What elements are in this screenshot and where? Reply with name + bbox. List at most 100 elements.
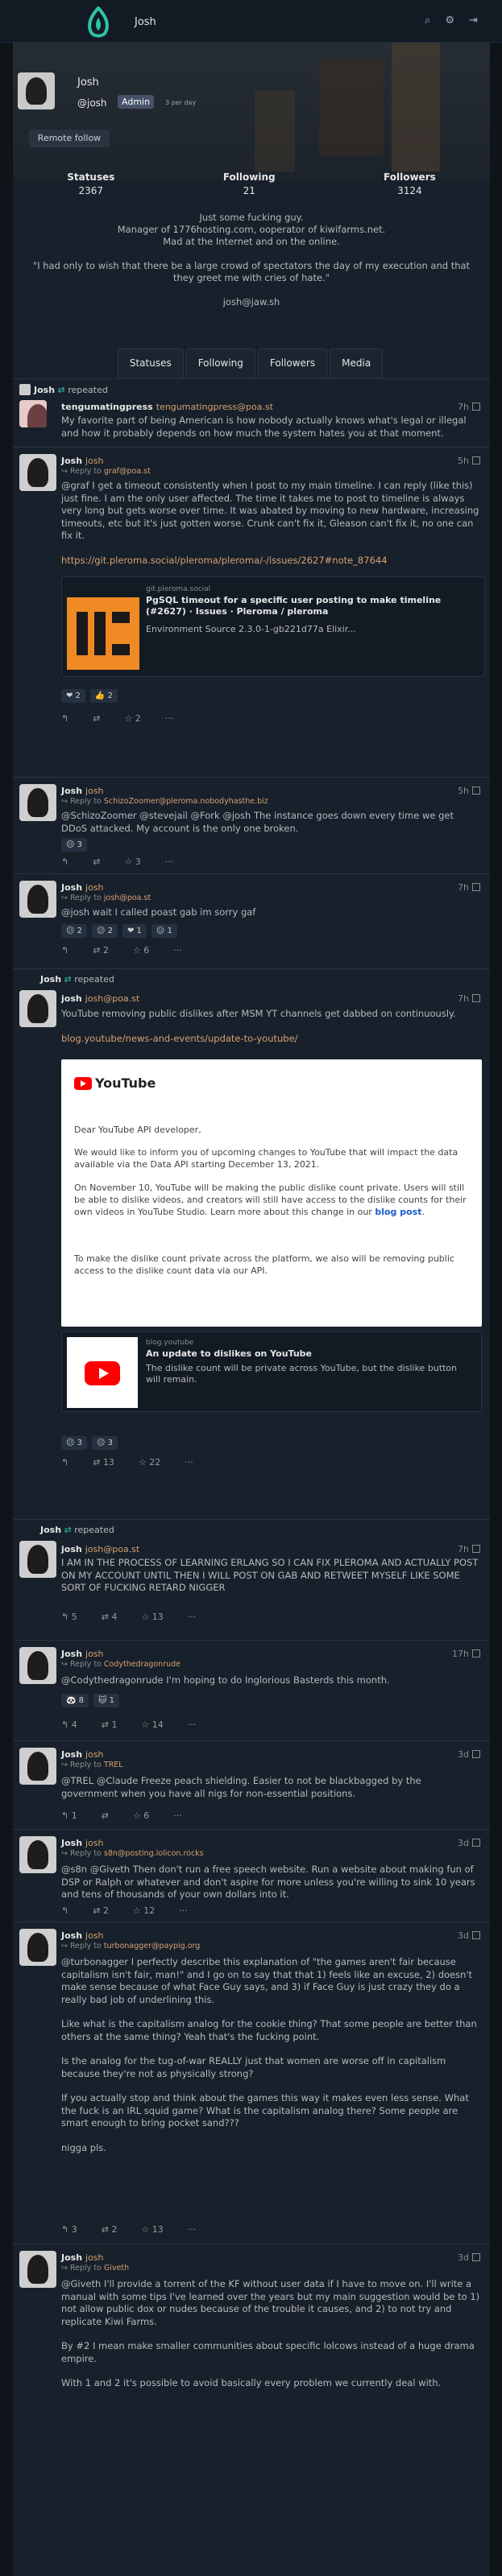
stat-statuses[interactable]: Statuses 2367 xyxy=(67,171,114,196)
expand-icon[interactable] xyxy=(472,2253,480,2261)
author-handle[interactable]: josh@poa.st xyxy=(85,993,139,1004)
tab-statuses[interactable]: Statuses xyxy=(117,349,184,378)
reply-icon[interactable]: ↰ xyxy=(61,1905,68,1916)
repeat-icon[interactable]: ⇄ 2 xyxy=(93,945,109,956)
repeat-icon[interactable]: ⇄ xyxy=(93,713,100,724)
favorite-icon[interactable]: ☆ 14 xyxy=(141,1719,163,1730)
gear-icon[interactable]: ⚙ xyxy=(445,14,454,27)
post-link[interactable]: blog.youtube/news-and-events/update-to-y… xyxy=(61,1033,298,1044)
author-name[interactable]: josh xyxy=(61,1544,82,1554)
avatar[interactable] xyxy=(19,784,56,821)
author-name[interactable]: Josh xyxy=(61,1749,82,1760)
author-handle[interactable]: josh@poa.st xyxy=(85,1544,139,1554)
reply-icon[interactable]: ↰ 3 xyxy=(61,2224,77,2235)
reaction[interactable]: 😐 1 xyxy=(151,924,177,938)
author-name[interactable]: Josh xyxy=(61,1649,82,1659)
avatar[interactable] xyxy=(19,1647,56,1684)
post-time[interactable]: 7h xyxy=(458,402,480,412)
repeat-icon[interactable]: ⇄ xyxy=(102,1810,109,1821)
reaction[interactable]: 😐 3 xyxy=(61,838,87,852)
reaction[interactable]: 👍 2 xyxy=(89,689,118,703)
author-handle[interactable]: josh xyxy=(85,1749,104,1760)
reaction[interactable]: 😐 3 xyxy=(91,1436,118,1450)
author-name[interactable]: Josh xyxy=(61,456,82,466)
reaction[interactable]: 😕 2 xyxy=(91,924,118,938)
author-handle[interactable]: josh xyxy=(85,456,104,466)
post-time[interactable]: 7h xyxy=(458,1544,480,1554)
author-handle[interactable]: josh xyxy=(85,1649,104,1659)
avatar[interactable] xyxy=(19,2251,56,2288)
more-icon[interactable]: ··· xyxy=(188,1612,197,1622)
favorite-icon[interactable]: ☆ 22 xyxy=(139,1457,160,1468)
expand-icon[interactable] xyxy=(472,994,480,1002)
tab-followers[interactable]: Followers xyxy=(257,349,328,378)
author-name[interactable]: Josh xyxy=(61,1838,82,1848)
reply-icon[interactable]: ↰ xyxy=(61,945,68,956)
author-handle[interactable]: josh xyxy=(85,1930,104,1941)
stat-following[interactable]: Following 21 xyxy=(223,171,276,196)
expand-icon[interactable] xyxy=(472,1839,480,1847)
reaction[interactable]: ❤ 2 xyxy=(61,689,85,703)
post-time[interactable]: 3d xyxy=(458,1838,480,1848)
author-name[interactable]: josh xyxy=(61,993,82,1004)
more-icon[interactable]: ··· xyxy=(179,1905,188,1916)
link-preview-card[interactable]: blog.youtube An update to dislikes on Yo… xyxy=(61,1331,482,1412)
avatar[interactable] xyxy=(19,881,56,918)
more-icon[interactable]: ··· xyxy=(173,1810,182,1821)
reply-icon[interactable]: ↰ 4 xyxy=(61,1719,77,1730)
favorite-icon[interactable]: ☆ 3 xyxy=(124,857,140,867)
profile-handle[interactable]: @josh xyxy=(77,97,107,109)
reply-icon[interactable]: ↰ 5 xyxy=(61,1612,77,1622)
post-time[interactable]: 5h xyxy=(458,786,480,796)
search-icon[interactable]: ⌕ xyxy=(425,14,430,27)
reply-icon[interactable]: ↰ xyxy=(61,713,68,724)
expand-icon[interactable] xyxy=(472,1545,480,1553)
avatar[interactable] xyxy=(18,72,55,109)
reaction[interactable]: ❤ 1 xyxy=(122,924,147,938)
reply-icon[interactable]: ↰ 1 xyxy=(61,1810,77,1821)
reply-icon[interactable]: ↰ xyxy=(61,1457,68,1468)
post-time[interactable]: 7h xyxy=(458,993,480,1004)
author-name[interactable]: Josh xyxy=(61,1930,82,1941)
repeat-icon[interactable]: ⇄ 4 xyxy=(102,1612,118,1622)
favorite-icon[interactable]: ☆ 12 xyxy=(133,1905,155,1916)
remote-follow-button[interactable]: Remote follow xyxy=(29,130,110,147)
more-icon[interactable]: ··· xyxy=(173,945,182,956)
reply-icon[interactable]: ↰ xyxy=(61,857,68,867)
expand-icon[interactable] xyxy=(472,786,480,795)
favorite-icon[interactable]: ☆ 2 xyxy=(124,713,140,724)
avatar[interactable] xyxy=(19,1748,56,1785)
favorite-icon[interactable]: ☆ 13 xyxy=(141,1612,163,1622)
reaction[interactable]: 🐼 8 xyxy=(61,1694,89,1707)
avatar[interactable] xyxy=(19,400,47,427)
reaction[interactable]: 😐 3 xyxy=(61,1436,87,1450)
more-icon[interactable]: ··· xyxy=(185,1457,193,1468)
post-link[interactable]: https://git.pleroma.social/pleroma/plero… xyxy=(61,555,388,566)
more-icon[interactable]: ··· xyxy=(165,713,174,724)
favorite-icon[interactable]: ☆ 6 xyxy=(133,945,149,956)
expand-icon[interactable] xyxy=(472,1931,480,1939)
more-icon[interactable]: ··· xyxy=(165,857,174,867)
reaction[interactable]: 🐱 1 xyxy=(93,1694,119,1707)
expand-icon[interactable] xyxy=(472,1649,480,1657)
more-icon[interactable]: ··· xyxy=(188,1719,197,1730)
repeat-icon[interactable]: ⇄ 1 xyxy=(102,1719,118,1730)
logout-icon[interactable]: ⇥ xyxy=(469,14,478,27)
author-handle[interactable]: tengumatingpress@poa.st xyxy=(156,402,273,412)
favorite-icon[interactable]: ☆ 6 xyxy=(133,1810,149,1821)
avatar[interactable] xyxy=(19,454,56,491)
author-name[interactable]: Josh xyxy=(61,882,82,893)
post-time[interactable]: 7h xyxy=(458,882,480,893)
post-time[interactable]: 3d xyxy=(458,1930,480,1941)
link-preview-card[interactable]: git.pleroma.social PgSQL timeout for a s… xyxy=(61,576,485,677)
more-icon[interactable]: ··· xyxy=(188,2224,197,2235)
avatar[interactable] xyxy=(19,1541,56,1578)
author-name[interactable]: Josh xyxy=(61,786,82,796)
avatar[interactable] xyxy=(19,990,56,1027)
tab-following[interactable]: Following xyxy=(185,349,255,378)
author-handle[interactable]: josh xyxy=(85,1838,104,1848)
avatar[interactable] xyxy=(19,384,31,395)
expand-icon[interactable] xyxy=(472,883,480,891)
author-handle[interactable]: josh xyxy=(85,882,104,893)
repeat-icon[interactable]: ⇄ 2 xyxy=(93,1905,109,1916)
